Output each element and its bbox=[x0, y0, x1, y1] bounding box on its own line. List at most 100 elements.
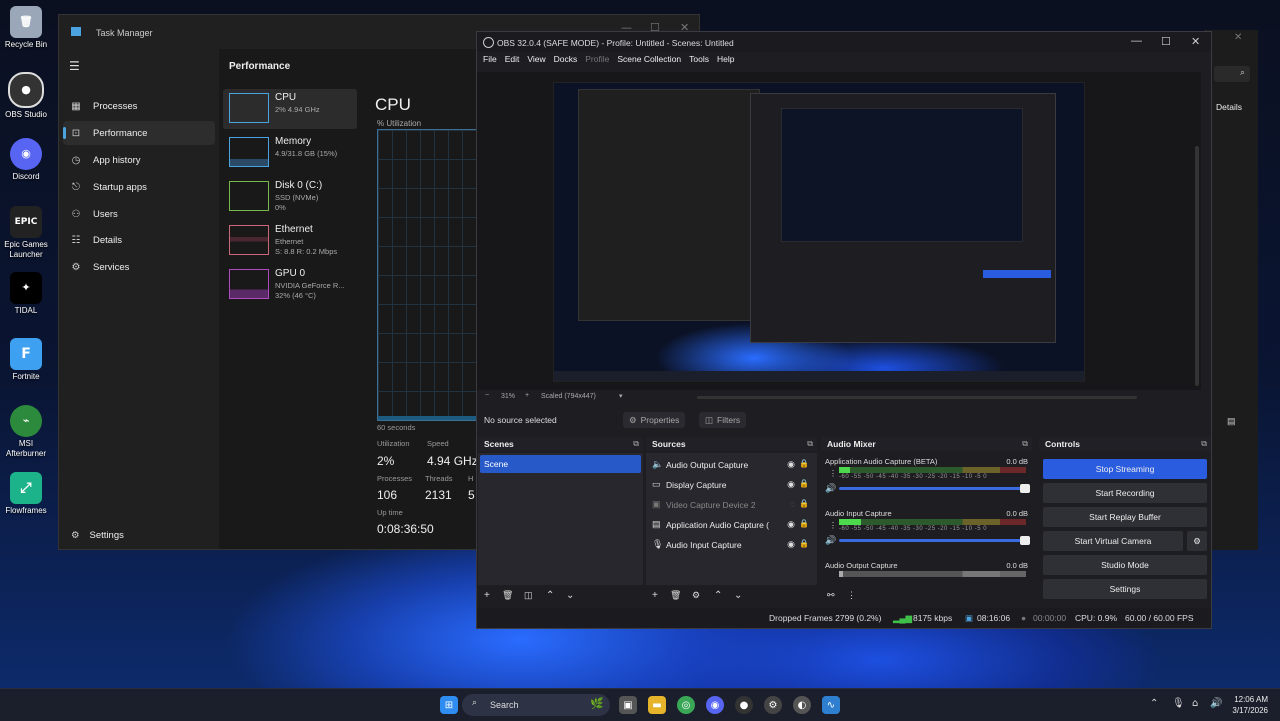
virtual-camera-settings-button[interactable]: ⚙ bbox=[1187, 531, 1207, 551]
file-explorer-icon[interactable]: ▬ bbox=[648, 696, 666, 714]
preview-scrollbar[interactable] bbox=[1195, 146, 1199, 386]
settings-link[interactable]: ⚙ Settings bbox=[71, 530, 124, 541]
slider-knob[interactable] bbox=[1020, 536, 1030, 545]
chrome-icon[interactable]: ◎ bbox=[677, 696, 695, 714]
eye-icon[interactable]: ◉ bbox=[787, 479, 795, 490]
properties-button[interactable]: ⚙ Properties bbox=[623, 412, 686, 428]
details-tab[interactable]: Details bbox=[1216, 102, 1242, 112]
list-view-icon[interactable]: ▤ bbox=[1227, 416, 1236, 427]
trash-icon[interactable]: 🗑 bbox=[502, 590, 513, 601]
studio-mode-button[interactable]: Studio Mode bbox=[1043, 555, 1207, 575]
menu-docks[interactable]: Docks bbox=[554, 54, 578, 70]
kebab-menu-icon[interactable]: ⋮ bbox=[829, 469, 837, 478]
taskbar-search[interactable]: ⌕ Search 🌿 bbox=[462, 694, 610, 716]
desktop-icon-flowframes[interactable]: ⤢ Flowframes bbox=[3, 472, 49, 516]
clock[interactable]: 12:06 AM 3/17/2026 bbox=[1232, 694, 1268, 716]
nav-services[interactable]: ⚙ Services bbox=[63, 255, 215, 279]
perf-item-ethernet[interactable]: Ethernet Ethernet S: 8.8 R: 0.2 Mbps bbox=[223, 221, 357, 261]
source-item[interactable]: ▤ Application Audio Capture (◉ 🔒 bbox=[646, 515, 817, 535]
source-item[interactable]: 🎙 Audio Input Capture ◉ 🔒 bbox=[646, 535, 817, 555]
add-icon[interactable]: + bbox=[484, 590, 490, 601]
link-icon[interactable]: ⚯ bbox=[827, 590, 835, 601]
menu-help[interactable]: Help bbox=[717, 54, 734, 70]
network-icon[interactable]: ⌂ bbox=[1192, 698, 1198, 709]
slider-knob[interactable] bbox=[1020, 484, 1030, 493]
perf-item-cpu[interactable]: CPU 2% 4.94 GHz bbox=[223, 89, 357, 129]
perf-item-gpu[interactable]: GPU 0 NVIDIA GeForce R... 32% (46 °C) bbox=[223, 265, 357, 305]
maximize-icon[interactable]: ☐ bbox=[1161, 35, 1171, 48]
dock-popout-icon[interactable]: ⧉ bbox=[1022, 437, 1028, 451]
chevron-up-icon[interactable]: ⌃ bbox=[1150, 698, 1158, 709]
source-item[interactable]: 🔈 Audio Output Capture ◉ 🔒 bbox=[646, 455, 817, 475]
trash-icon[interactable]: 🗑 bbox=[670, 590, 681, 601]
dock-popout-icon[interactable]: ⧉ bbox=[1201, 437, 1207, 451]
desktop-icon-fortnite[interactable]: F Fortnite bbox=[3, 338, 49, 382]
move-down-icon[interactable]: ⌄ bbox=[734, 590, 742, 601]
perf-item-disk[interactable]: Disk 0 (C:) SSD (NVMe) 0% bbox=[223, 177, 357, 217]
source-item[interactable]: ▣ Video Capture Device 2 ◌ 🔒 bbox=[646, 495, 817, 515]
lock-icon[interactable]: 🔒 bbox=[799, 519, 809, 528]
lock-icon[interactable]: 🔒 bbox=[799, 459, 809, 468]
kebab-menu-icon[interactable]: ⋮ bbox=[829, 521, 837, 530]
nav-details[interactable]: ☷ Details bbox=[63, 228, 215, 252]
filter-icon[interactable]: ◫ bbox=[524, 590, 533, 601]
menu-scene-collection[interactable]: Scene Collection bbox=[617, 54, 681, 70]
perf-item-memory[interactable]: Memory 4.9/31.8 GB (15%) bbox=[223, 133, 357, 173]
zoom-out-button[interactable]: − bbox=[485, 392, 489, 399]
nav-users[interactable]: ⚇ Users bbox=[63, 202, 215, 226]
lock-icon[interactable]: 🔒 bbox=[799, 539, 809, 548]
start-virtual-camera-button[interactable]: Start Virtual Camera bbox=[1043, 531, 1183, 551]
dock-popout-icon[interactable]: ⧉ bbox=[807, 437, 813, 451]
speaker-icon[interactable]: 🔊 bbox=[825, 535, 836, 546]
gear-icon[interactable]: ⚙ bbox=[692, 590, 700, 601]
menu-file[interactable]: File bbox=[483, 54, 497, 70]
source-item[interactable]: ▭ Display Capture ◉ 🔒 bbox=[646, 475, 817, 495]
desktop-icon-tidal[interactable]: ✦ TIDAL bbox=[3, 272, 49, 316]
task-view-icon[interactable]: ▣ bbox=[619, 696, 637, 714]
kebab-menu-icon[interactable]: ⋮ bbox=[847, 590, 856, 601]
desktop-icon-recycle-bin[interactable]: 🗑 Recycle Bin bbox=[3, 6, 49, 50]
lock-icon[interactable]: 🔒 bbox=[799, 499, 809, 508]
volume-slider[interactable] bbox=[839, 536, 1030, 545]
hamburger-menu-icon[interactable]: ☰ bbox=[69, 59, 80, 73]
microphone-icon[interactable]: 🎙 bbox=[1172, 698, 1185, 709]
lock-icon[interactable]: 🔒 bbox=[799, 479, 809, 488]
horizontal-scrollbar[interactable] bbox=[697, 396, 1137, 399]
start-replay-buffer-button[interactable]: Start Replay Buffer bbox=[1043, 507, 1207, 527]
menu-tools[interactable]: Tools bbox=[689, 54, 709, 70]
eye-icon[interactable]: ◉ bbox=[787, 539, 795, 550]
settings-button[interactable]: Settings bbox=[1043, 579, 1207, 599]
desktop-icon-epic-games[interactable]: EPIC Epic Games Launcher bbox=[3, 206, 49, 260]
desktop-icon-discord[interactable]: ◉ Discord bbox=[3, 138, 49, 182]
nav-processes[interactable]: ▦ Processes bbox=[63, 94, 215, 118]
scene-item[interactable]: Scene bbox=[480, 455, 641, 473]
discord-icon[interactable]: ◉ bbox=[706, 696, 724, 714]
move-down-icon[interactable]: ⌄ bbox=[566, 590, 574, 601]
menu-profile[interactable]: Profile bbox=[585, 54, 609, 70]
add-icon[interactable]: + bbox=[652, 590, 658, 601]
eye-icon[interactable]: ◉ bbox=[787, 519, 795, 530]
obs-icon[interactable]: ● bbox=[735, 696, 753, 714]
move-up-icon[interactable]: ⌃ bbox=[714, 590, 722, 601]
desktop-icon-msi-afterburner[interactable]: ⌁ MSI Afterburner bbox=[3, 405, 49, 459]
speaker-icon[interactable]: 🔊 bbox=[825, 483, 836, 494]
start-icon[interactable]: ⊞ bbox=[440, 696, 458, 714]
minimize-icon[interactable]: — bbox=[1131, 35, 1142, 47]
nav-startup-apps[interactable]: ⎋ Startup apps bbox=[63, 175, 215, 199]
eye-hidden-icon[interactable]: ◌ bbox=[790, 499, 795, 509]
close-icon[interactable]: ✕ bbox=[1234, 32, 1242, 43]
nav-performance[interactable]: ⊡ Performance bbox=[63, 121, 215, 145]
steam-icon[interactable]: ⚙ bbox=[764, 696, 782, 714]
task-manager-icon[interactable]: ∿ bbox=[822, 696, 840, 714]
volume-icon[interactable]: 🔊 bbox=[1210, 698, 1222, 709]
start-recording-button[interactable]: Start Recording bbox=[1043, 483, 1207, 503]
move-up-icon[interactable]: ⌃ bbox=[546, 590, 554, 601]
app-icon[interactable]: ◐ bbox=[793, 696, 811, 714]
preview-area[interactable] bbox=[477, 72, 1201, 390]
scale-dropdown[interactable]: Scaled (794x447) bbox=[541, 393, 596, 400]
volume-slider[interactable] bbox=[839, 484, 1030, 493]
zoom-in-button[interactable]: + bbox=[525, 392, 529, 399]
menu-view[interactable]: View bbox=[527, 54, 545, 70]
eye-icon[interactable]: ◉ bbox=[787, 459, 795, 470]
dock-popout-icon[interactable]: ⧉ bbox=[633, 437, 639, 451]
